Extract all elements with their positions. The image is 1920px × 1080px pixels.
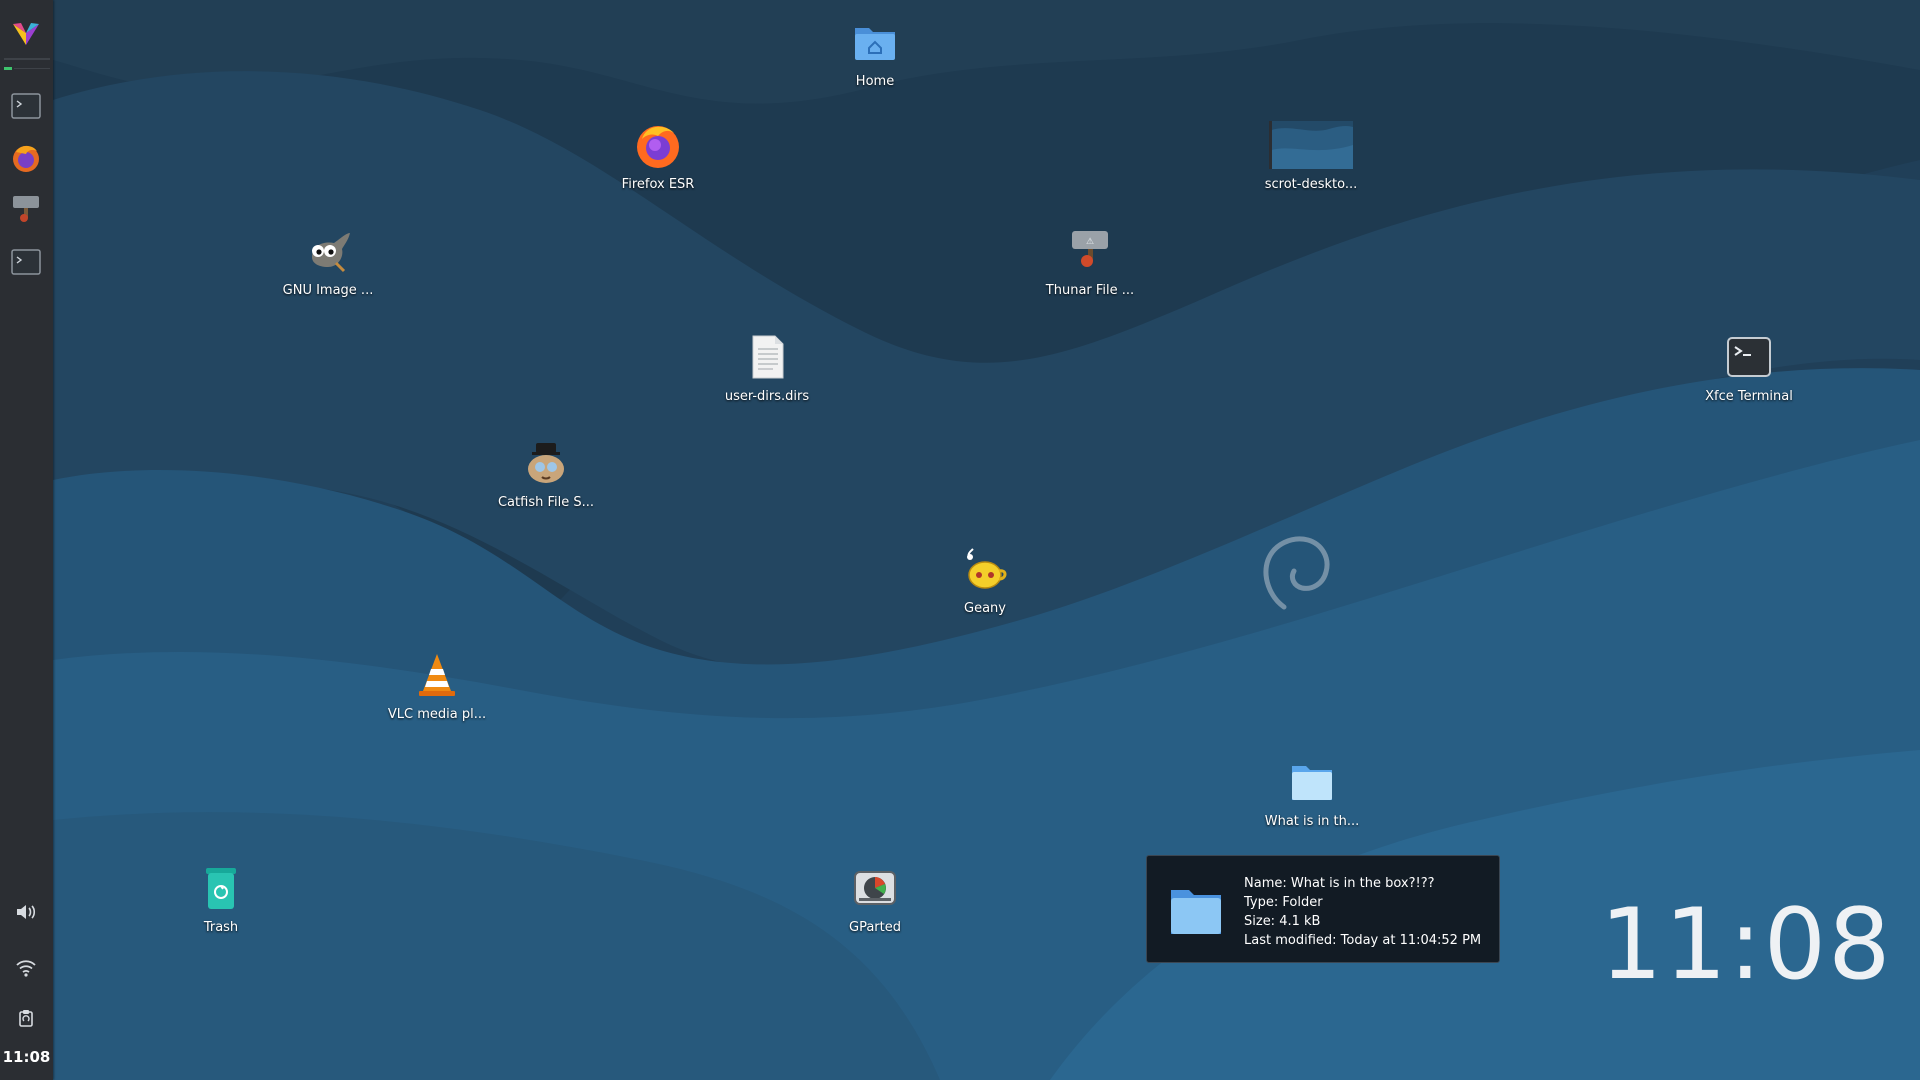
terminal-launcher-2[interactable]	[6, 242, 46, 282]
panel-clock[interactable]: 11:08	[0, 1048, 53, 1066]
desktop-icon-home[interactable]: Home	[800, 18, 950, 89]
desktop-icon-gimp[interactable]: GNU Image ...	[253, 227, 403, 298]
icon-label: scrot-deskto...	[1264, 177, 1358, 192]
desktop-icon-what-is-in-the-box[interactable]: What is in th...	[1237, 758, 1387, 829]
icon-label: Geany	[964, 601, 1006, 616]
image-thumbnail-icon	[1269, 121, 1353, 169]
thunar-launcher[interactable]	[6, 190, 46, 230]
icon-label: Xfce Terminal	[1705, 389, 1793, 404]
folder-icon	[1171, 890, 1221, 934]
desktop-icon-xfce-terminal[interactable]: Xfce Terminal	[1674, 333, 1824, 404]
terminal-icon	[1727, 337, 1771, 377]
volume-button[interactable]	[6, 892, 46, 932]
side-panel: 11:08	[0, 0, 53, 1080]
icon-label: Trash	[203, 920, 239, 935]
clipboard-icon	[19, 1010, 33, 1027]
xfce-menu-icon	[13, 23, 39, 45]
desktop-clock: 11:08	[1600, 888, 1893, 1002]
desktop-icon-firefox[interactable]: Firefox ESR	[583, 121, 733, 192]
active-indicator	[4, 67, 12, 70]
catfish-icon	[528, 443, 564, 483]
tooltip-modified: Last modified: Today at 11:04:52 PM	[1244, 933, 1482, 948]
icon-label: GNU Image ...	[282, 283, 374, 298]
desktop-icon-user-dirs[interactable]: user-dirs.dirs	[692, 333, 842, 404]
home-folder-icon	[855, 28, 895, 60]
wifi-icon	[16, 960, 36, 977]
icon-label: GParted	[849, 920, 901, 935]
desktop-icon-vlc[interactable]: VLC media pl...	[362, 651, 512, 722]
geany-icon	[967, 548, 1007, 589]
desktop-icon-trash[interactable]: Trash	[146, 864, 296, 935]
icon-label: Thunar File ...	[1045, 283, 1135, 298]
desktop-icon-thunar[interactable]: ⚠ Thunar File ...	[1015, 227, 1165, 298]
desktop-icon-gparted[interactable]: GParted	[800, 864, 950, 935]
terminal-icon	[11, 249, 41, 275]
firefox-icon	[637, 126, 679, 168]
text-file-icon	[752, 335, 784, 379]
desktop-icon-scrot-screenshot[interactable]: scrot-deskto...	[1236, 121, 1386, 192]
tooltip-type: Type: Folder	[1244, 895, 1323, 910]
panel-separator	[4, 58, 50, 60]
gimp-icon	[312, 233, 350, 273]
icon-label: Catfish File S...	[497, 495, 594, 510]
vlc-icon	[419, 654, 455, 696]
terminal-icon	[11, 93, 41, 119]
file-info-tooltip: Name: What is in the box?!?? Type: Folde…	[1146, 855, 1500, 963]
folder-icon	[1292, 766, 1332, 800]
svg-text:⚠: ⚠	[1086, 237, 1094, 247]
firefox-icon	[13, 145, 39, 172]
thunar-file-manager-icon	[13, 196, 39, 222]
desktop-icon-catfish[interactable]: Catfish File S...	[471, 439, 621, 510]
panel-separator	[14, 68, 50, 69]
gparted-icon	[854, 871, 896, 905]
icon-label: VLC media pl...	[387, 707, 487, 722]
tooltip-size: Size: 4.1 kB	[1244, 914, 1321, 929]
tooltip-name: Name: What is in the box?!??	[1244, 876, 1435, 891]
icon-label: Firefox ESR	[621, 177, 695, 192]
icon-label: What is in th...	[1264, 814, 1360, 829]
clipboard-button[interactable]	[6, 998, 46, 1038]
icon-label: user-dirs.dirs	[724, 389, 810, 404]
network-button[interactable]	[6, 948, 46, 988]
icon-label: Home	[855, 74, 895, 89]
terminal-launcher[interactable]	[6, 86, 46, 126]
desktop-icon-geany[interactable]: Geany	[910, 545, 1060, 616]
app-menu-button[interactable]	[6, 14, 46, 54]
trash-icon	[206, 868, 236, 909]
speaker-icon	[17, 905, 36, 919]
firefox-launcher[interactable]	[6, 138, 46, 178]
thunar-file-manager-icon: ⚠	[1072, 231, 1108, 267]
